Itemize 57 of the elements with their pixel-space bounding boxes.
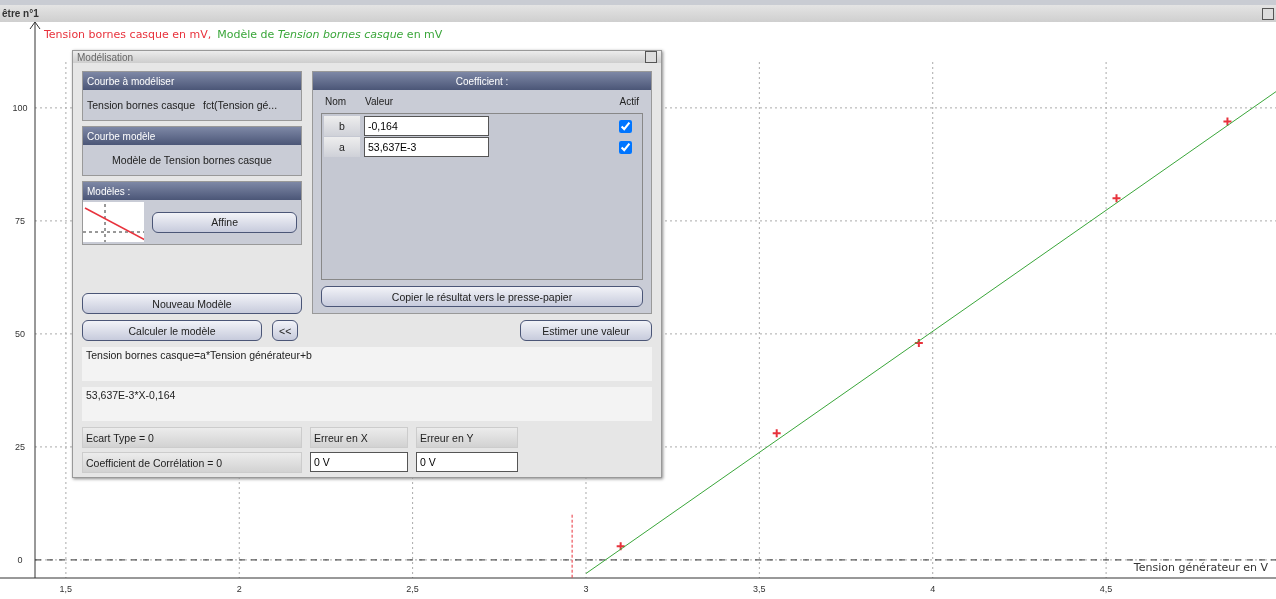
x-tick-label: 3,5 bbox=[753, 584, 766, 594]
coefficient-name: b bbox=[324, 116, 360, 136]
error-x-field[interactable]: 0 V bbox=[310, 452, 408, 472]
equation-text: Tension bornes casque=a*Tension générateur+b bbox=[82, 347, 652, 381]
new-model-button[interactable]: Nouveau Modèle bbox=[82, 293, 302, 314]
maximize-button[interactable] bbox=[1262, 7, 1274, 20]
dialog-title: Modélisation bbox=[77, 51, 134, 63]
x-axis-label: Tension générateur en V bbox=[1133, 561, 1268, 574]
compute-model-button[interactable]: Calculer le modèle bbox=[82, 320, 262, 341]
x-tick-label: 4 bbox=[930, 584, 936, 594]
data-point bbox=[615, 541, 626, 552]
error-y-label: Erreur en Y bbox=[416, 427, 518, 448]
section-header: Coefficient : bbox=[313, 72, 651, 90]
section-header: Courbe à modéliser bbox=[83, 72, 301, 90]
active-checkbox[interactable] bbox=[619, 119, 632, 133]
collapse-button[interactable]: << bbox=[272, 320, 299, 341]
copy-result-button[interactable]: Copier le résultat vers le presse-papier bbox=[321, 286, 643, 307]
legend-separator: , bbox=[207, 28, 212, 41]
column-header: Nom bbox=[325, 96, 348, 107]
std-dev-label: Ecart Type = 0 bbox=[82, 427, 302, 448]
maximize-button[interactable] bbox=[645, 51, 657, 63]
error-x-label: Erreur en X bbox=[310, 427, 408, 448]
x-tick-label: 2,5 bbox=[406, 584, 419, 594]
cursor-line bbox=[571, 514, 573, 579]
active-checkbox[interactable] bbox=[619, 140, 632, 154]
x-tick-label: 3 bbox=[583, 584, 589, 594]
affine-model-button[interactable]: Affine bbox=[152, 211, 297, 233]
x-tick-label: 1,5 bbox=[59, 584, 73, 594]
model-curve-name: Modèle de Tension bornes casque bbox=[112, 154, 272, 166]
legend-entry: Tension bornes casque en mV bbox=[44, 28, 208, 41]
y-tick-label: 50 bbox=[15, 328, 25, 339]
legend-entry: Modèle de Tension bornes casque en mV bbox=[217, 28, 443, 41]
data-point bbox=[1111, 193, 1122, 204]
estimate-value-button[interactable]: Estimer une valeur bbox=[520, 320, 652, 341]
model-thumbnail-drawing bbox=[83, 202, 145, 242]
column-header: Valeur bbox=[365, 96, 395, 107]
section-header: Courbe modèle bbox=[83, 127, 301, 145]
coefficient-value-field[interactable]: 53,637E-3 bbox=[364, 137, 489, 157]
y-tick-label: 0 bbox=[17, 554, 23, 565]
correlation-label: Coefficient de Corrélation = 0 bbox=[82, 452, 302, 473]
data-point bbox=[913, 337, 924, 348]
column-header: Actif bbox=[618, 96, 639, 107]
x-tick-label: 4,5 bbox=[1099, 584, 1113, 594]
coefficient-value-field[interactable]: -0,164 bbox=[364, 116, 489, 136]
curve-function: fct(Tension gé... bbox=[203, 99, 278, 111]
curve-name: Tension bornes casque bbox=[87, 99, 195, 111]
expression-text: 53,637E-3*X-0,164 bbox=[82, 387, 652, 421]
x-tick-label: 2 bbox=[236, 584, 242, 594]
window-title: être n°1 bbox=[2, 8, 39, 19]
data-point bbox=[771, 428, 782, 439]
y-tick-label: 25 bbox=[15, 441, 25, 452]
y-tick-label: 75 bbox=[15, 215, 25, 226]
coefficient-name: a bbox=[324, 137, 360, 157]
y-tick-label: 100 bbox=[12, 102, 28, 113]
error-y-field[interactable]: 0 V bbox=[416, 452, 518, 472]
data-point bbox=[1222, 116, 1233, 127]
section-header: Modèles : bbox=[83, 182, 301, 200]
